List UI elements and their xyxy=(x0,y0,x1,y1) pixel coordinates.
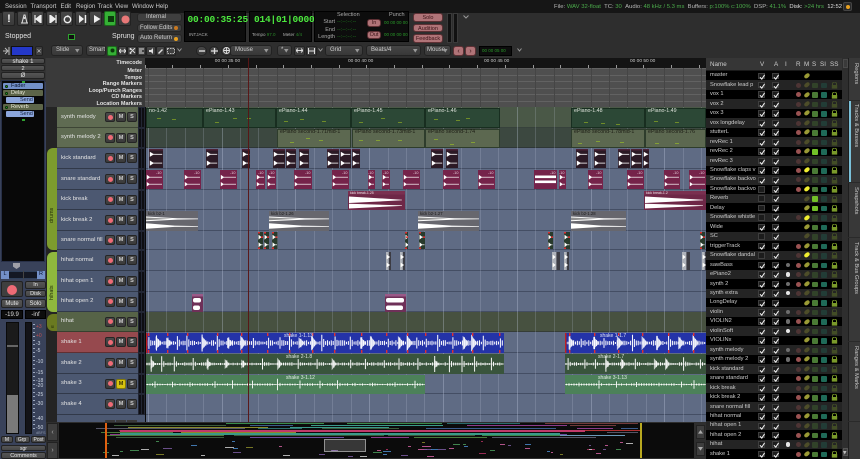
svg-text:-10: -10 xyxy=(269,171,275,175)
svg-text:-10: -10 xyxy=(194,171,200,175)
svg-text:-10: -10 xyxy=(673,171,679,175)
svg-text:-10: -10 xyxy=(413,171,419,175)
svg-text:-10: -10 xyxy=(559,171,565,175)
svg-text:-10: -10 xyxy=(550,171,556,175)
svg-text:-10: -10 xyxy=(383,171,389,175)
svg-text:-10: -10 xyxy=(156,171,162,175)
svg-text:-10: -10 xyxy=(305,171,311,175)
svg-text:-10: -10 xyxy=(368,171,374,175)
svg-text:-10: -10 xyxy=(230,171,236,175)
svg-text:-10: -10 xyxy=(699,171,705,175)
svg-text:-10: -10 xyxy=(596,171,602,175)
svg-text:-10: -10 xyxy=(258,171,264,175)
svg-text:-10: -10 xyxy=(637,171,643,175)
svg-text:kick break-1.2: kick break-1.2 xyxy=(646,191,668,195)
svg-text:-10: -10 xyxy=(342,171,348,175)
svg-text:kick break-1.25: kick break-1.25 xyxy=(350,191,374,195)
svg-text:-10: -10 xyxy=(488,171,494,175)
svg-text:kick b2-1.28: kick b2-1.28 xyxy=(573,211,596,216)
svg-text:-10: -10 xyxy=(453,171,459,175)
svg-text:kick b2-1.26: kick b2-1.26 xyxy=(271,211,294,216)
svg-text:!: ! xyxy=(7,13,11,24)
svg-text:kick b2-1: kick b2-1 xyxy=(148,211,165,216)
svg-text:kick b2-1.27: kick b2-1.27 xyxy=(420,211,443,216)
